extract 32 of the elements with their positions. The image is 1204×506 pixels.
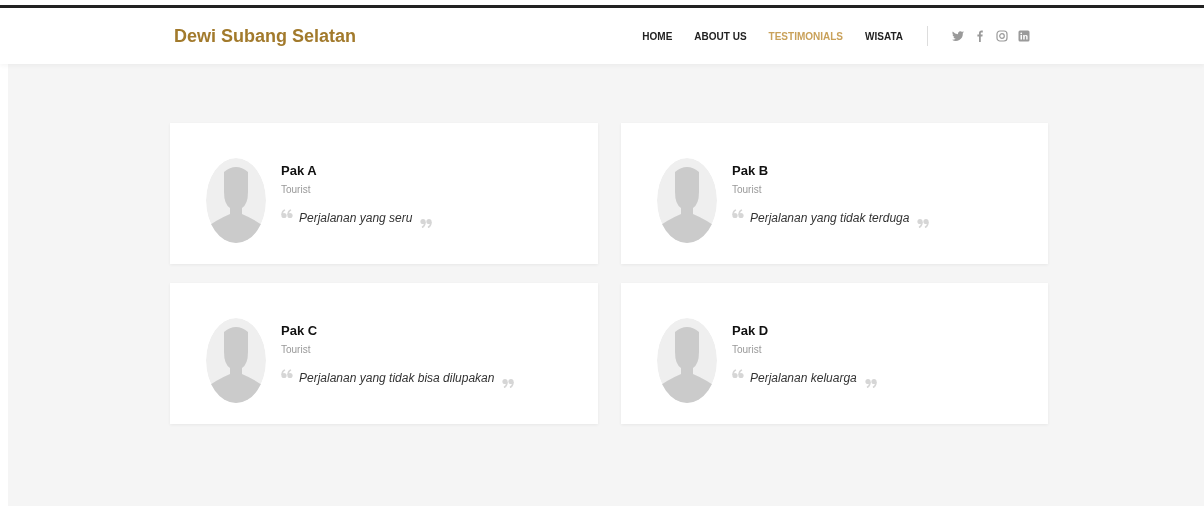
person-role: Tourist [732,344,763,355]
person-role: Tourist [281,184,312,195]
nav-link[interactable]: HOME [642,30,673,42]
person-role: Tourist [281,344,312,355]
avatar-icon [657,158,717,243]
nav-link[interactable]: ABOUT US [694,30,747,42]
avatar-icon [206,158,266,243]
opening-quote-icon [281,209,293,219]
person-name: Pak C [281,323,319,338]
person-name: Pak D [732,323,770,338]
person-name: Pak A [281,163,318,178]
testimonial-quote: Perjalanan yang seru [299,211,413,225]
closing-quote-icon [502,378,515,388]
twitter-icon[interactable] [952,30,964,42]
facebook-icon[interactable] [974,30,986,42]
testimonial-quote: Perjalanan yang tidak terduga [750,211,910,225]
opening-quote-icon [732,369,744,379]
person-name: Pak B [732,163,770,178]
closing-quote-icon [864,378,877,388]
site-logo[interactable]: Dewi Subang Selatan [174,25,357,47]
linkedin-icon[interactable] [1018,30,1030,42]
testimonial-quote: Perjalanan keluarga [750,371,857,385]
avatar-icon [206,318,266,403]
opening-quote-icon [281,369,293,379]
nav-link[interactable]: WISATA [865,30,903,42]
closing-quote-icon [917,218,930,228]
person-role: Tourist [732,184,763,195]
testimonial-quote: Perjalanan yang tidak bisa dilupakan [299,371,495,385]
closing-quote-icon [420,218,433,228]
avatar-icon [657,318,717,403]
opening-quote-icon [732,209,744,219]
instagram-icon[interactable] [996,30,1008,42]
